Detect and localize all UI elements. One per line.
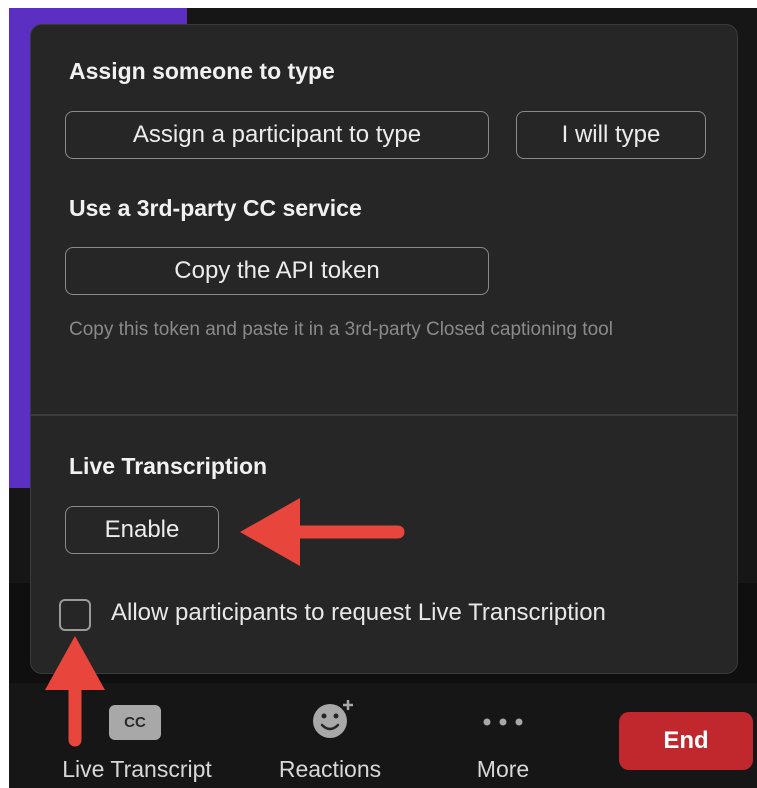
- reactions-label[interactable]: Reactions: [258, 756, 402, 783]
- end-meeting-button[interactable]: End: [619, 712, 753, 770]
- arrow-left-annotation-icon: [240, 498, 405, 566]
- arrow-up-annotation-icon: [45, 636, 105, 747]
- more-icon[interactable]: [483, 718, 523, 726]
- more-label[interactable]: More: [458, 756, 548, 783]
- reactions-icon[interactable]: [313, 700, 353, 738]
- toolbar-icons-and-arrows: [45, 498, 523, 747]
